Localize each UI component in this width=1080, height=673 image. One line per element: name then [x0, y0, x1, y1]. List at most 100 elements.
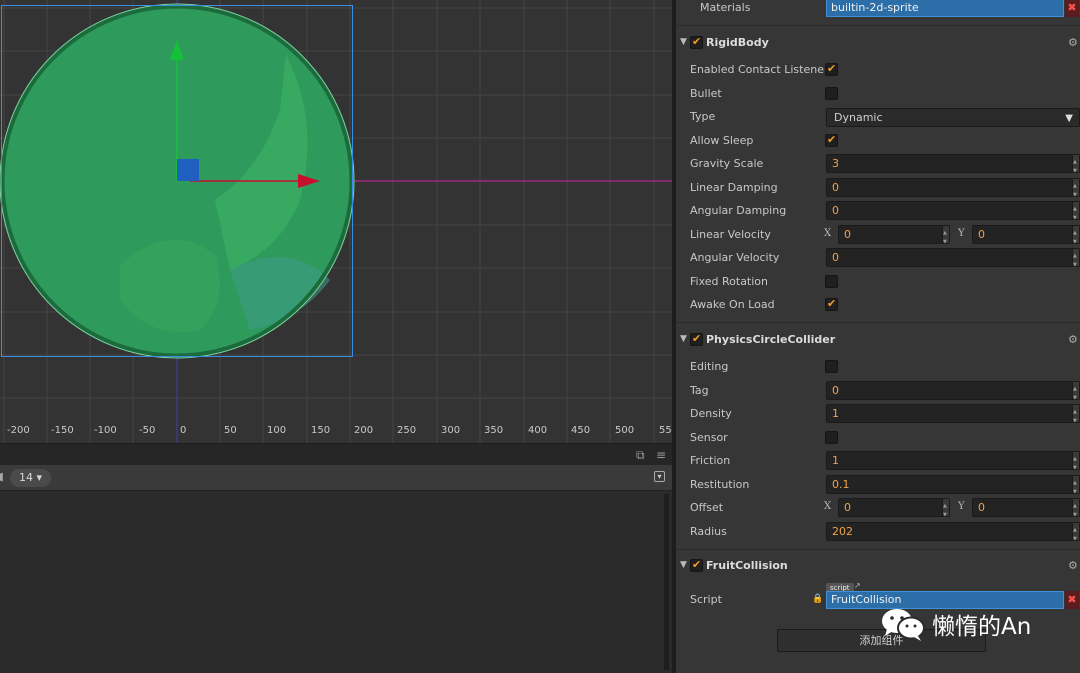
bullet-checkbox[interactable]: [825, 87, 838, 100]
gravity-scale-row: Gravity Scale 3: [676, 153, 1080, 180]
type-select[interactable]: Dynamic ▼: [826, 108, 1080, 127]
stepper-icon[interactable]: [1072, 248, 1079, 274]
radius-field[interactable]: 202: [826, 522, 1080, 548]
editing-checkbox[interactable]: [825, 360, 838, 373]
collider-header[interactable]: ▼ PhysicsCircleCollider ⚙: [676, 329, 1080, 351]
stepper-icon[interactable]: [1072, 381, 1079, 407]
linear-velocity-x-field[interactable]: 0: [838, 225, 950, 251]
xy-move-handle[interactable]: [177, 159, 199, 181]
gear-icon[interactable]: ⚙: [1068, 36, 1078, 49]
enabled-contact-listener-checkbox[interactable]: [825, 62, 838, 76]
y-axis-label: Y: [958, 228, 965, 239]
rigidbody-title: RigidBody: [706, 36, 769, 49]
ruler-label: 100: [267, 425, 287, 436]
stepper-icon[interactable]: [1072, 475, 1079, 501]
watermark: 懒惰的An: [880, 607, 1031, 641]
console-log-area[interactable]: [0, 491, 672, 673]
linear-velocity-y-field[interactable]: 0: [972, 225, 1080, 251]
stepper-icon[interactable]: [1072, 404, 1079, 430]
radius-row: Radius 202: [676, 521, 1080, 548]
font-size-select[interactable]: 14 ▾: [10, 469, 52, 487]
gravity-scale-label: Gravity Scale: [690, 157, 764, 170]
stepper-icon[interactable]: [1072, 178, 1079, 204]
type-row: Type Dynamic ▼: [676, 106, 1080, 128]
allow-sleep-label: Allow Sleep: [690, 134, 754, 147]
rigidbody-enabled-checkbox[interactable]: [690, 35, 703, 49]
script-label: Script: [690, 593, 722, 606]
editing-row: Editing: [676, 356, 1080, 378]
angular-velocity-field[interactable]: 0: [826, 248, 1080, 274]
stepper-icon[interactable]: [1072, 522, 1079, 548]
ruler-label: -100: [94, 425, 117, 436]
materials-asset-field[interactable]: builtin-2d-sprite: [826, 0, 1064, 17]
chevron-down-icon: ▼: [1065, 113, 1073, 124]
collapse-icon[interactable]: ▾: [654, 471, 665, 482]
tag-row: Tag 0: [676, 380, 1080, 407]
stepper-icon[interactable]: [1072, 451, 1079, 477]
watermark-text: 懒惰的An: [932, 614, 1032, 640]
bullet-row: Bullet: [676, 83, 1080, 105]
stepper-icon[interactable]: [1072, 201, 1079, 227]
friction-field[interactable]: 1: [826, 451, 1080, 477]
angular-damping-label: Angular Damping: [690, 204, 787, 217]
toolbar-clipped-icon[interactable]: ◖: [0, 470, 4, 483]
angular-velocity-value: 0: [832, 251, 839, 264]
panel-menu-icon[interactable]: ≡: [656, 448, 666, 462]
fixed-rotation-row: Fixed Rotation: [676, 271, 1080, 293]
offset-x-field[interactable]: 0: [838, 498, 950, 524]
linear-velocity-row: Linear Velocity X 0 Y 0: [676, 224, 1080, 251]
linear-damping-field[interactable]: 0: [826, 178, 1080, 204]
linear-velocity-x-value: 0: [844, 228, 851, 241]
stepper-icon[interactable]: [1072, 498, 1079, 524]
stepper-icon[interactable]: [942, 498, 949, 524]
remove-material-icon[interactable]: ✖: [1065, 0, 1079, 17]
awake-on-load-checkbox[interactable]: [825, 297, 838, 311]
awake-on-load-label: Awake On Load: [690, 298, 775, 311]
console-scrollbar[interactable]: [664, 494, 669, 670]
stepper-icon[interactable]: [1072, 154, 1079, 180]
density-row: Density 1: [676, 403, 1080, 430]
gear-icon[interactable]: ⚙: [1068, 559, 1078, 572]
allow-sleep-checkbox[interactable]: [825, 133, 838, 147]
ruler-label: 500: [615, 425, 635, 436]
scene-view[interactable]: -200 -150 -100 -50 0 50 100 150 200 250 …: [0, 0, 672, 443]
restitution-label: Restitution: [690, 478, 750, 491]
offset-y-field[interactable]: 0: [972, 498, 1080, 524]
collapse-arrow-icon[interactable]: ▼: [680, 560, 687, 570]
y-axis-label: Y: [958, 501, 965, 512]
ruler-label: 55: [659, 425, 672, 436]
restitution-field[interactable]: 0.1: [826, 475, 1080, 501]
angular-velocity-label: Angular Velocity: [690, 251, 780, 264]
tag-label: Tag: [690, 384, 709, 397]
stepper-icon[interactable]: [942, 225, 949, 251]
remove-script-icon[interactable]: ✖: [1065, 591, 1079, 609]
collapse-arrow-icon[interactable]: ▼: [680, 334, 687, 344]
inspector-panel: Materials builtin-2d-sprite ✖ ▼ RigidBod…: [676, 0, 1080, 673]
radius-value: 202: [832, 525, 853, 538]
scene-canvas[interactable]: [0, 0, 672, 443]
maximize-panel-icon[interactable]: ⧉: [636, 448, 645, 463]
offset-x-value: 0: [844, 501, 851, 514]
rigidbody-header[interactable]: ▼ RigidBody ⚙: [676, 32, 1080, 54]
linear-velocity-label: Linear Velocity: [690, 228, 771, 241]
collapse-arrow-icon[interactable]: ▼: [680, 37, 687, 47]
stepper-icon[interactable]: [1072, 225, 1079, 251]
fruit-collision-header[interactable]: ▼ FruitCollision ⚙: [676, 555, 1080, 577]
tag-field[interactable]: 0: [826, 381, 1080, 407]
gear-icon[interactable]: ⚙: [1068, 333, 1078, 346]
angular-damping-field[interactable]: 0: [826, 201, 1080, 227]
ruler-label: 300: [441, 425, 461, 436]
tag-value: 0: [832, 384, 839, 397]
angular-velocity-row: Angular Velocity 0: [676, 247, 1080, 274]
type-label: Type: [690, 110, 716, 123]
sensor-checkbox[interactable]: [825, 431, 838, 444]
collider-enabled-checkbox[interactable]: [690, 332, 703, 346]
fruit-collision-title: FruitCollision: [706, 559, 788, 572]
density-field[interactable]: 1: [826, 404, 1080, 430]
fruit-collision-enabled-checkbox[interactable]: [690, 558, 703, 572]
gravity-scale-value: 3: [832, 157, 839, 170]
fixed-rotation-checkbox[interactable]: [825, 275, 838, 288]
x-axis-label: X: [824, 501, 832, 512]
ruler-label: -150: [51, 425, 74, 436]
gravity-scale-field[interactable]: 3: [826, 154, 1080, 180]
